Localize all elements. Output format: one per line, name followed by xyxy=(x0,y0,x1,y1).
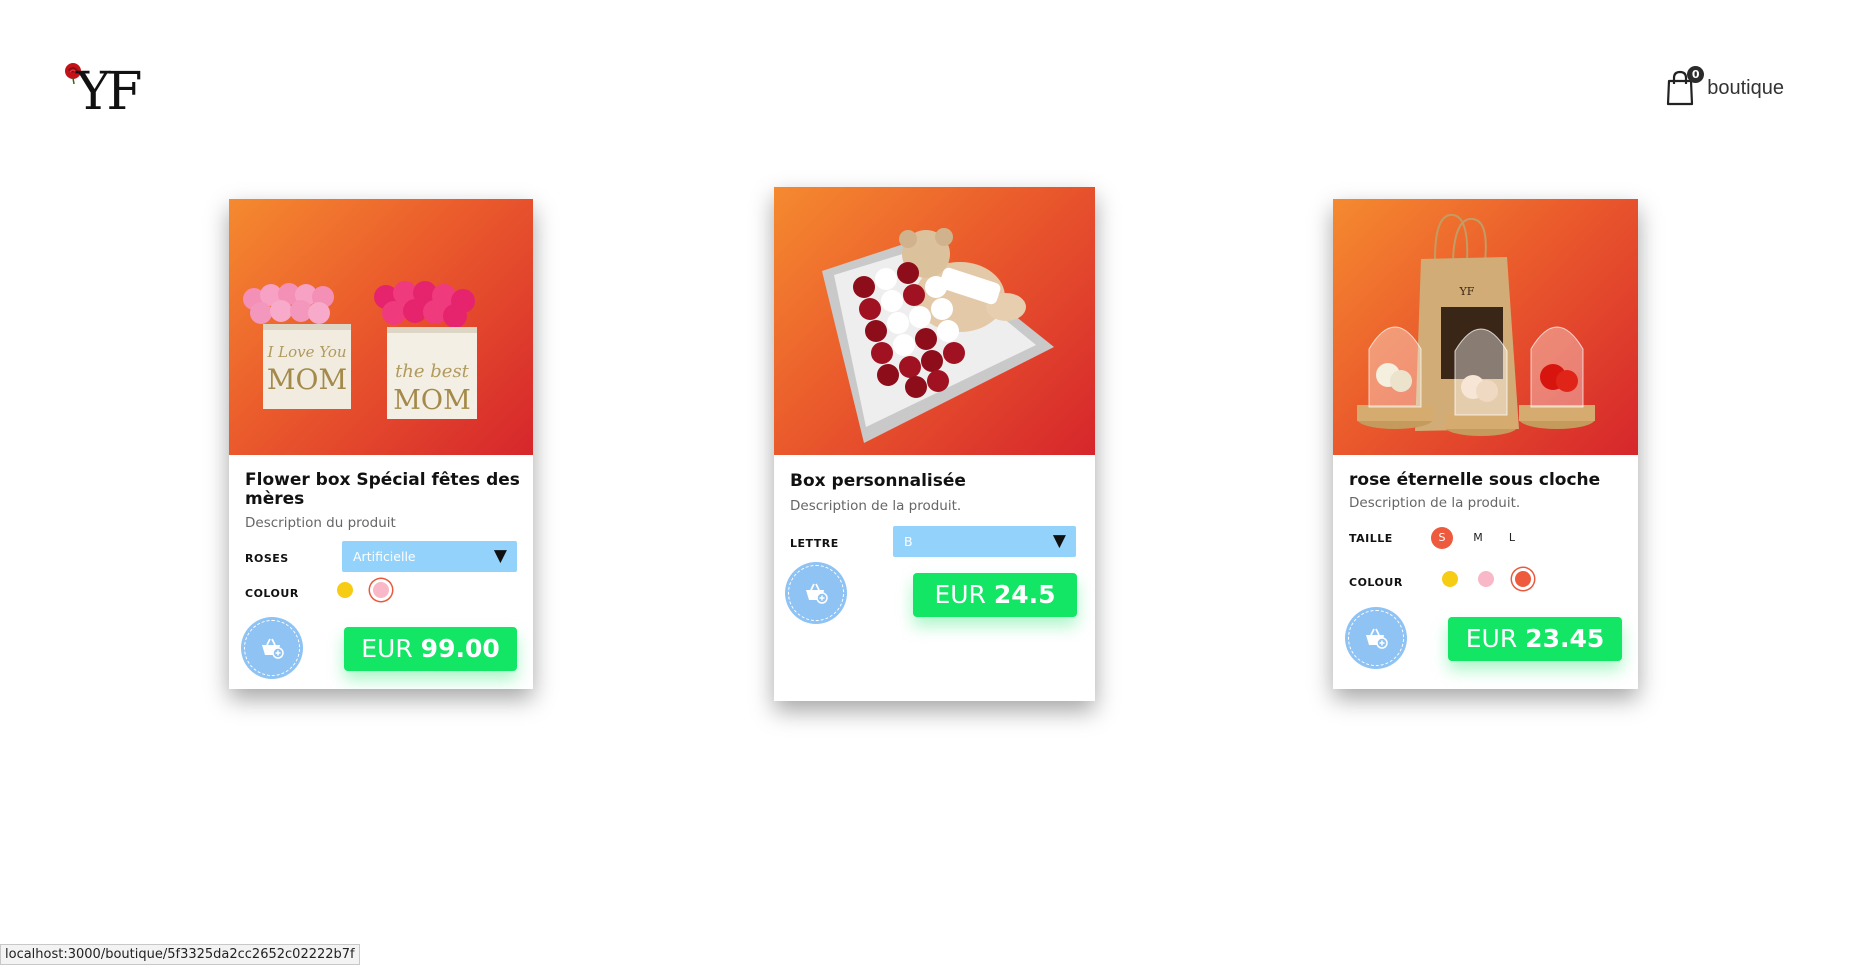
price-tag: EUR 24.5 xyxy=(913,573,1077,617)
product-description: Description du produit xyxy=(245,515,396,531)
cart-label[interactable]: boutique xyxy=(1707,77,1784,100)
size-label: TAILLE xyxy=(1349,532,1393,545)
price-currency: EUR xyxy=(1465,624,1518,653)
dropdown-arrow-icon: ▼ xyxy=(1052,531,1066,551)
letter-select[interactable]: B ▼ xyxy=(893,526,1076,557)
basket-add-icon xyxy=(806,583,828,604)
box-text-1: I Love You xyxy=(266,343,346,361)
box-text-4: MOM xyxy=(393,385,470,416)
product-title: Box personnalisée xyxy=(790,471,966,491)
box-text-2: MOM xyxy=(267,363,347,396)
cart-count-badge: 0 xyxy=(1687,66,1705,83)
product-title: Flower box Spécial fêtes des mères xyxy=(245,471,520,509)
product-card: I Love You MOM the best MOM Flower box S… xyxy=(229,199,533,689)
roses-select-value: Artificielle xyxy=(353,549,416,564)
product-title-line: Flower box Spécial fêtes des xyxy=(245,470,520,490)
add-to-cart-button[interactable] xyxy=(241,617,303,679)
product-title: rose éternelle sous cloche xyxy=(1349,470,1601,490)
size-option-m[interactable]: M xyxy=(1467,527,1489,549)
product-card: YF rose éternelle sous cloche Descriptio… xyxy=(1333,199,1638,689)
colour-swatch-yellow[interactable] xyxy=(337,582,353,598)
option-label: LETTRE xyxy=(790,537,839,550)
colour-label: COLOUR xyxy=(245,587,299,600)
basket-add-icon xyxy=(262,638,284,659)
product-image xyxy=(774,187,1095,455)
logo[interactable]: YF xyxy=(62,62,152,122)
colour-swatch-red[interactable] xyxy=(1515,571,1531,587)
dropdown-arrow-icon: ▼ xyxy=(493,546,507,566)
colour-swatch-pink[interactable] xyxy=(1478,571,1494,587)
pink-roses-right xyxy=(374,281,475,328)
logo-text: YF xyxy=(76,62,142,122)
pink-roses-left xyxy=(243,283,334,324)
price-amount: 99.00 xyxy=(420,634,500,663)
bag-logo-text: YF xyxy=(1459,285,1475,298)
product-image: YF xyxy=(1333,199,1638,455)
price-currency: EUR xyxy=(361,634,413,663)
price-amount: 24.5 xyxy=(993,580,1056,609)
add-to-cart-button[interactable] xyxy=(785,562,847,624)
roses-select[interactable]: Artificielle ▼ xyxy=(342,541,517,572)
shopping-bag-icon[interactable]: 0 xyxy=(1665,66,1705,106)
product-image: I Love You MOM the best MOM xyxy=(229,199,533,455)
product-description: Description de la produit. xyxy=(790,498,962,514)
price-amount: 23.45 xyxy=(1525,624,1605,653)
colour-label: COLOUR xyxy=(1349,576,1403,589)
option-label: ROSES xyxy=(245,552,289,565)
add-to-cart-button[interactable] xyxy=(1345,607,1407,669)
price-tag: EUR 99.00 xyxy=(344,627,517,671)
price-currency: EUR xyxy=(934,580,986,609)
product-card: Box personnalisée Description de la prod… xyxy=(774,187,1095,701)
page: YF 0 boutique I Love You MOM the best MO… xyxy=(0,0,1851,965)
price-tag: EUR 23.45 xyxy=(1448,617,1622,661)
cart-link[interactable]: 0 boutique xyxy=(1665,66,1784,106)
status-bar-url: localhost:3000/boutique/5f3325da2cc2652c… xyxy=(0,944,360,965)
product-description: Description de la produit. xyxy=(1349,495,1521,511)
basket-add-icon xyxy=(1366,628,1388,649)
size-option-s[interactable]: S xyxy=(1431,527,1453,549)
box-text-3: the best xyxy=(395,361,470,382)
colour-swatch-pink[interactable] xyxy=(373,582,389,598)
product-title-line: mères xyxy=(245,489,305,509)
letter-select-value: B xyxy=(904,534,913,549)
colour-swatch-yellow[interactable] xyxy=(1442,571,1458,587)
size-option-l[interactable]: L xyxy=(1501,527,1523,549)
